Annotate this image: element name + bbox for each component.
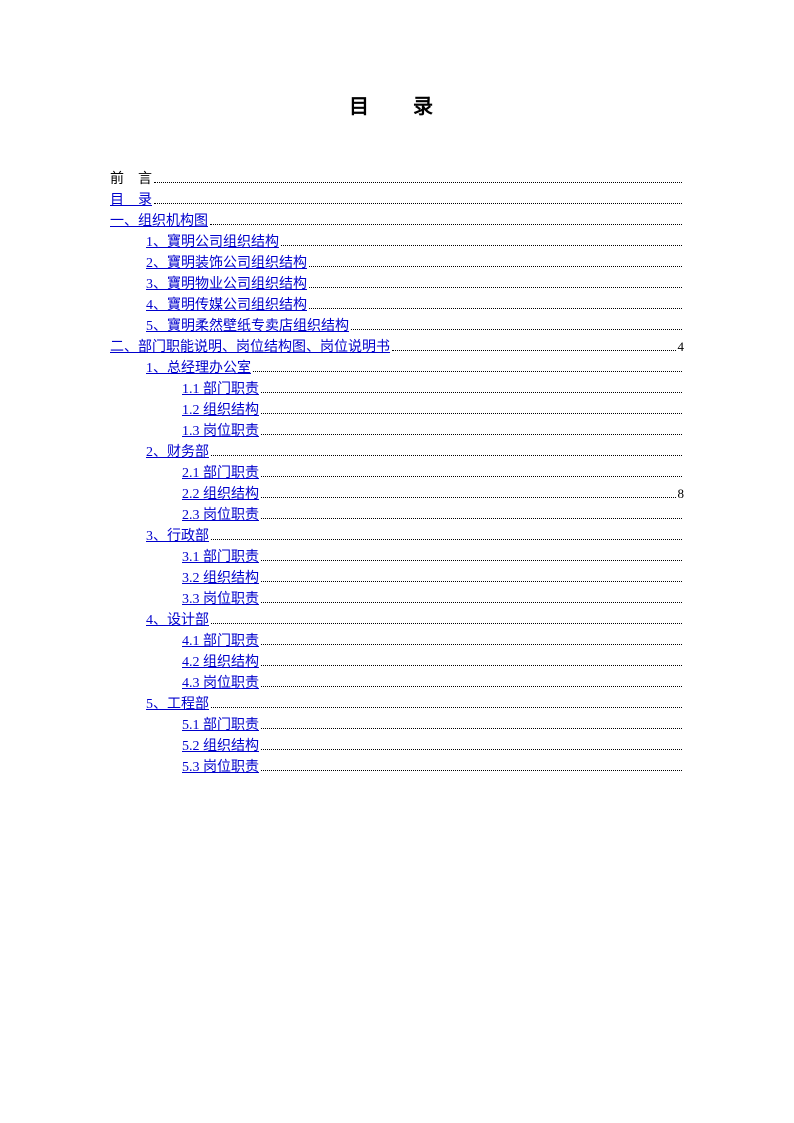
toc-entry-label[interactable]: 5、工程部: [146, 694, 209, 715]
toc-entry-label[interactable]: 2、财务部: [146, 442, 209, 463]
toc-leader-dots: [261, 749, 682, 750]
toc-entry-label[interactable]: 目 录: [110, 190, 152, 211]
toc-leader-dots: [154, 203, 682, 204]
toc-entry: 2、寶明装饰公司组织结构: [110, 253, 684, 274]
toc-leader-dots: [210, 224, 682, 225]
toc-entry: 2、财务部: [110, 442, 684, 463]
toc-entry-label[interactable]: 4、寶明传媒公司组织结构: [146, 295, 307, 316]
toc-entry: 1、寶明公司组织结构: [110, 232, 684, 253]
toc-entry-label[interactable]: 2.2 组织结构: [182, 484, 259, 505]
toc-entry: 4、寶明传媒公司组织结构: [110, 295, 684, 316]
toc-leader-dots: [392, 350, 676, 351]
page-title: 目 录: [110, 90, 684, 119]
toc-leader-dots: [261, 518, 682, 519]
toc-entry: 2.1 部门职责: [110, 463, 684, 484]
toc-leader-dots: [351, 329, 682, 330]
toc-entry: 3.3 岗位职责: [110, 589, 684, 610]
toc-leader-dots: [261, 497, 676, 498]
toc-entry-page: 8: [678, 484, 685, 504]
toc-leader-dots: [281, 245, 682, 246]
toc-entry: 5.1 部门职责: [110, 715, 684, 736]
toc-leader-dots: [261, 602, 682, 603]
toc-entry-label[interactable]: 4.2 组织结构: [182, 652, 259, 673]
toc-entry: 3、寶明物业公司组织结构: [110, 274, 684, 295]
toc-entry: 5.3 岗位职责: [110, 757, 684, 778]
toc-entry-label[interactable]: 一、组织机构图: [110, 211, 208, 232]
toc-entry: 3.2 组织结构: [110, 568, 684, 589]
toc-entry-label[interactable]: 3.3 岗位职责: [182, 589, 259, 610]
toc-entry-label[interactable]: 3.1 部门职责: [182, 547, 259, 568]
toc-entry: 2.2 组织结构 8: [110, 484, 684, 505]
toc-entry-label[interactable]: 二、部门职能说明、岗位结构图、岗位说明书: [110, 337, 390, 358]
toc-entry: 4.1 部门职责: [110, 631, 684, 652]
toc-entry-page: 4: [678, 337, 685, 357]
toc-entry: 目 录: [110, 190, 684, 211]
toc-entry-label[interactable]: 3、寶明物业公司组织结构: [146, 274, 307, 295]
toc-leader-dots: [261, 560, 682, 561]
toc-entry: 5、工程部: [110, 694, 684, 715]
toc-entry: 4、设计部: [110, 610, 684, 631]
toc-entry-label[interactable]: 1.3 岗位职责: [182, 421, 259, 442]
toc-entry-label[interactable]: 2.3 岗位职责: [182, 505, 259, 526]
toc-entry-label[interactable]: 3、行政部: [146, 526, 209, 547]
toc-entry-label[interactable]: 1.2 组织结构: [182, 400, 259, 421]
toc-entry-label[interactable]: 3.2 组织结构: [182, 568, 259, 589]
toc-entry: 二、部门职能说明、岗位结构图、岗位说明书 4: [110, 337, 684, 358]
toc-leader-dots: [261, 413, 682, 414]
toc-entry-label[interactable]: 5、寶明柔然壁纸专卖店组织结构: [146, 316, 349, 337]
toc-leader-dots: [261, 770, 682, 771]
toc-leader-dots: [261, 392, 682, 393]
toc-entry: 2.3 岗位职责: [110, 505, 684, 526]
toc-leader-dots: [261, 686, 682, 687]
toc-entry: 1.3 岗位职责: [110, 421, 684, 442]
toc-leader-dots: [261, 476, 682, 477]
toc-leader-dots: [309, 266, 682, 267]
toc-leader-dots: [211, 707, 682, 708]
toc-leader-dots: [261, 644, 682, 645]
toc-entry: 前 言: [110, 169, 684, 190]
toc-entry: 4.2 组织结构: [110, 652, 684, 673]
toc-leader-dots: [211, 539, 682, 540]
toc-entry-label[interactable]: 1、寶明公司组织结构: [146, 232, 279, 253]
toc-entry-label[interactable]: 5.3 岗位职责: [182, 757, 259, 778]
toc-entry: 1、总经理办公室: [110, 358, 684, 379]
toc-entry-label[interactable]: 2、寶明装饰公司组织结构: [146, 253, 307, 274]
toc-entry-label: 前 言: [110, 169, 152, 190]
toc-entry: 3.1 部门职责: [110, 547, 684, 568]
toc-leader-dots: [261, 581, 682, 582]
toc-leader-dots: [211, 623, 682, 624]
toc-leader-dots: [261, 665, 682, 666]
table-of-contents: 前 言目 录一、组织机构图1、寶明公司组织结构2、寶明装饰公司组织结构3、寶明物…: [110, 169, 684, 778]
toc-entry: 5.2 组织结构: [110, 736, 684, 757]
toc-leader-dots: [261, 728, 682, 729]
toc-entry: 4.3 岗位职责: [110, 673, 684, 694]
toc-entry: 1.1 部门职责: [110, 379, 684, 400]
toc-entry: 1.2 组织结构: [110, 400, 684, 421]
toc-leader-dots: [154, 182, 682, 183]
toc-entry: 一、组织机构图: [110, 211, 684, 232]
toc-entry-label[interactable]: 5.1 部门职责: [182, 715, 259, 736]
toc-entry-label[interactable]: 4、设计部: [146, 610, 209, 631]
toc-entry-label[interactable]: 1、总经理办公室: [146, 358, 251, 379]
toc-entry: 5、寶明柔然壁纸专卖店组织结构: [110, 316, 684, 337]
toc-leader-dots: [253, 371, 682, 372]
toc-entry-label[interactable]: 5.2 组织结构: [182, 736, 259, 757]
toc-leader-dots: [211, 455, 682, 456]
toc-leader-dots: [309, 308, 682, 309]
toc-entry-label[interactable]: 2.1 部门职责: [182, 463, 259, 484]
toc-entry-label[interactable]: 4.3 岗位职责: [182, 673, 259, 694]
toc-leader-dots: [261, 434, 682, 435]
toc-entry: 3、行政部: [110, 526, 684, 547]
toc-leader-dots: [309, 287, 682, 288]
toc-entry-label[interactable]: 1.1 部门职责: [182, 379, 259, 400]
toc-entry-label[interactable]: 4.1 部门职责: [182, 631, 259, 652]
